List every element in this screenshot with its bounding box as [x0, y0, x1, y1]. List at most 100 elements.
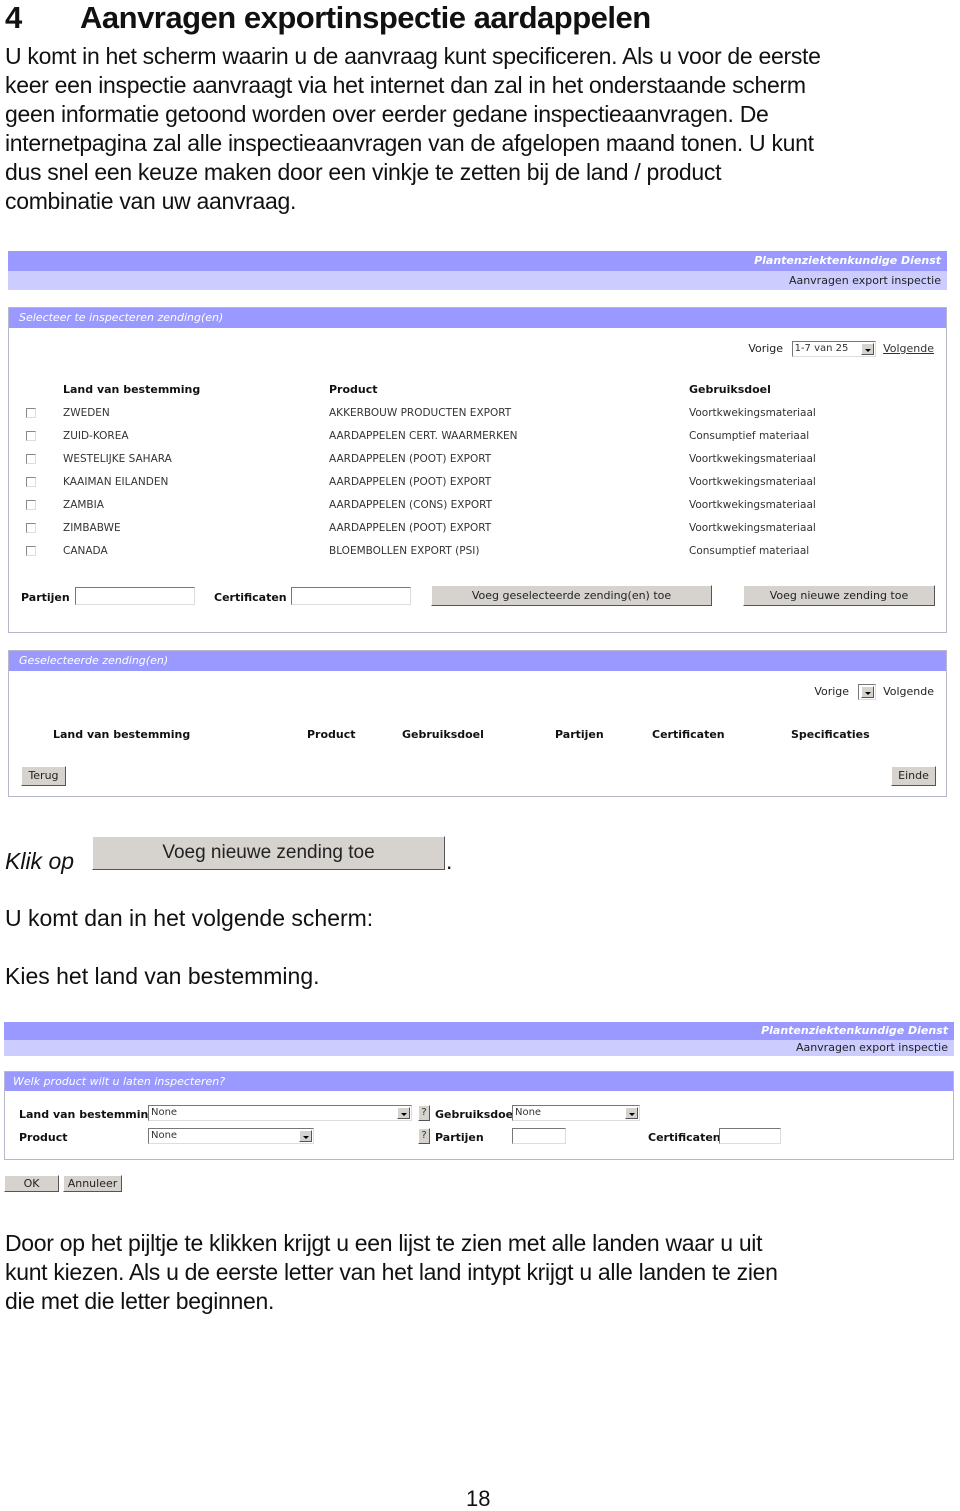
table-row: ZUID-KOREA AARDAPPELEN CERT. WAARMERKEN Co… [9, 429, 939, 447]
country-help-button[interactable]: ? [418, 1105, 430, 1121]
selected-shipments-panel: Geselecteerde zending(en) Vorige Volgend… [8, 650, 947, 797]
cell-purpose: Voortkwekingsmateriaal [689, 499, 816, 511]
cell-country: ZUID-KOREA [63, 430, 129, 442]
partijen-input[interactable] [512, 1128, 566, 1144]
product-form-panel: Welk product wilt u laten inspecteren? L… [4, 1071, 954, 1160]
org-name: Plantenziektenkundige Dienst [754, 254, 941, 267]
certificaten-input[interactable] [719, 1128, 781, 1144]
app-title: Aanvragen export inspectie [795, 1041, 948, 1054]
add-new-shipment-button[interactable]: Voeg nieuwe zending toe [743, 585, 935, 606]
pager-prev[interactable]: Vorige [814, 685, 849, 698]
row-checkbox[interactable] [26, 408, 36, 418]
country-select[interactable]: None [148, 1105, 412, 1121]
cell-purpose: Consumptief materiaal [689, 430, 810, 442]
ok-button[interactable]: OK [4, 1175, 59, 1192]
cell-product: AARDAPPELEN CERT. WAARMERKEN [329, 430, 518, 442]
cell-product: AARDAPPELEN (POOT) EXPORT [329, 522, 492, 534]
panel-title: Selecteer te inspecteren zending(en) [9, 308, 946, 328]
cell-product: AKKERBOUW PRODUCTEN EXPORT [329, 407, 512, 419]
intro-line: internetpagina zal alle inspectieaanvrag… [5, 130, 814, 156]
row-checkbox[interactable] [26, 431, 36, 441]
partijen-input[interactable] [75, 587, 195, 605]
add-selected-shipments-button[interactable]: Voeg geselecteerde zending(en) toe [431, 585, 712, 606]
next-screen-text: U komt dan in het volgende scherm: [5, 905, 374, 931]
page-number: 18 [466, 1486, 491, 1511]
header-country: Land van bestemming [63, 383, 201, 396]
select-shipments-panel: Selecteer te inspecteren zending(en) Vor… [8, 307, 947, 633]
cell-country: CANADA [63, 545, 108, 557]
header-product: Product [329, 383, 378, 396]
outro-line: die met die letter beginnen. [5, 1288, 275, 1314]
chevron-down-icon[interactable] [860, 343, 874, 355]
cell-country: ZAMBIA [63, 499, 104, 511]
outro-paragraph: Door op het pijltje te klikken krijgt u … [5, 1229, 960, 1316]
outro-line: kunt kiezen. Als u de eerste letter van … [5, 1259, 778, 1285]
back-button[interactable]: Terug [21, 766, 66, 786]
certificaten-label: Certificaten [648, 1131, 721, 1144]
cell-country: ZIMBABWE [63, 522, 121, 534]
chevron-down-icon[interactable] [625, 1107, 638, 1119]
intro-line: U komt in het scherm waarin u de aanvraa… [5, 43, 821, 69]
section-title: Aanvragen exportinspectie aardappelen [80, 0, 651, 35]
cell-purpose: Consumptief materiaal [689, 545, 810, 557]
product-label: Product [19, 1131, 68, 1144]
cell-country: ZWEDEN [63, 407, 110, 419]
header-certificaten: Certificaten [652, 728, 725, 741]
row-checkbox[interactable] [26, 500, 36, 510]
intro-line: combinatie van uw aanvraag. [5, 188, 297, 214]
cell-country: WESTELIJKE SAHARA [63, 453, 172, 465]
app-title-bar: Aanvragen export inspectie [4, 1040, 954, 1056]
table-row: ZAMBIA AARDAPPELEN (CONS) EXPORT Voortkwek… [9, 498, 939, 516]
header-purpose: Gebruiksdoel [402, 728, 484, 741]
cell-country: KAAIMAN EILANDEN [63, 476, 169, 488]
certificaten-label: Certificaten [214, 591, 287, 604]
chevron-down-icon[interactable] [397, 1107, 410, 1119]
end-button[interactable]: Einde [891, 766, 936, 786]
header-specificaties: Specificaties [791, 728, 870, 741]
pager-range-select[interactable]: 1-7 van 25 [791, 341, 876, 357]
table-row: CANADA BLOEMBOLLEN EXPORT (PSI) Consumptie… [9, 544, 939, 562]
purpose-select-value: None [515, 1107, 542, 1118]
certificaten-input[interactable] [291, 587, 411, 605]
add-new-shipment-button-illustration: Voeg nieuwe zending toe [92, 836, 445, 870]
header-product: Product [307, 728, 356, 741]
row-checkbox[interactable] [26, 523, 36, 533]
table-row: KAAIMAN EILANDEN AARDAPPELEN (POOT) EXPOR… [9, 475, 939, 493]
row-checkbox[interactable] [26, 477, 36, 487]
pager-next-link[interactable]: Volgende [883, 342, 934, 355]
chevron-down-icon[interactable] [299, 1130, 312, 1142]
product-select-value: None [151, 1130, 178, 1141]
cancel-button[interactable]: Annuleer [63, 1175, 122, 1192]
header-purpose: Gebruiksdoel [689, 383, 771, 396]
cell-purpose: Voortkwekingsmateriaal [689, 453, 816, 465]
row-checkbox[interactable] [26, 454, 36, 464]
chevron-down-icon[interactable] [860, 686, 874, 698]
screenshot-new-shipment-form: Plantenziektenkundige Dienst Aanvragen e… [0, 1015, 960, 1200]
pager-prev[interactable]: Vorige [748, 342, 783, 355]
cell-product: BLOEMBOLLEN EXPORT (PSI) [329, 545, 480, 557]
intro-paragraph: U komt in het scherm waarin u de aanvraa… [5, 42, 960, 216]
panel-title: Geselecteerde zending(en) [9, 651, 946, 671]
intro-line: geen informatie getoond worden over eerd… [5, 101, 769, 127]
click-prefix: Klik op [5, 848, 75, 874]
header-country: Land van bestemming [53, 728, 191, 741]
table-row: WESTELIJKE SAHARA AARDAPPELEN (POOT) EXPO… [9, 452, 939, 470]
cell-product: AARDAPPELEN (CONS) EXPORT [329, 499, 493, 511]
purpose-select[interactable]: None [512, 1105, 640, 1121]
pager-range-value: 1-7 van 25 [794, 343, 849, 354]
org-banner: Plantenziektenkundige Dienst [8, 251, 947, 271]
product-help-button[interactable]: ? [418, 1128, 430, 1144]
org-banner: Plantenziektenkundige Dienst [4, 1022, 954, 1040]
section-heading: 4 Aanvragen exportinspectie aardappelen [5, 0, 651, 36]
choose-country-text: Kies het land van bestemming. [5, 963, 320, 989]
pager: Vorige Volgende [814, 684, 934, 700]
table-row: ZWEDEN AKKERBOUW PRODUCTEN EXPORT Voortkwe… [9, 406, 939, 424]
partijen-label: Partijen [435, 1131, 484, 1144]
pager-range-select[interactable] [857, 684, 876, 700]
cell-product: AARDAPPELEN (POOT) EXPORT [329, 476, 492, 488]
cell-product: AARDAPPELEN (POOT) EXPORT [329, 453, 492, 465]
pager-next[interactable]: Volgende [883, 685, 934, 698]
row-checkbox[interactable] [26, 546, 36, 556]
table-row: ZIMBABWE AARDAPPELEN (POOT) EXPORT Voortkw… [9, 521, 939, 539]
product-select[interactable]: None [148, 1128, 314, 1144]
